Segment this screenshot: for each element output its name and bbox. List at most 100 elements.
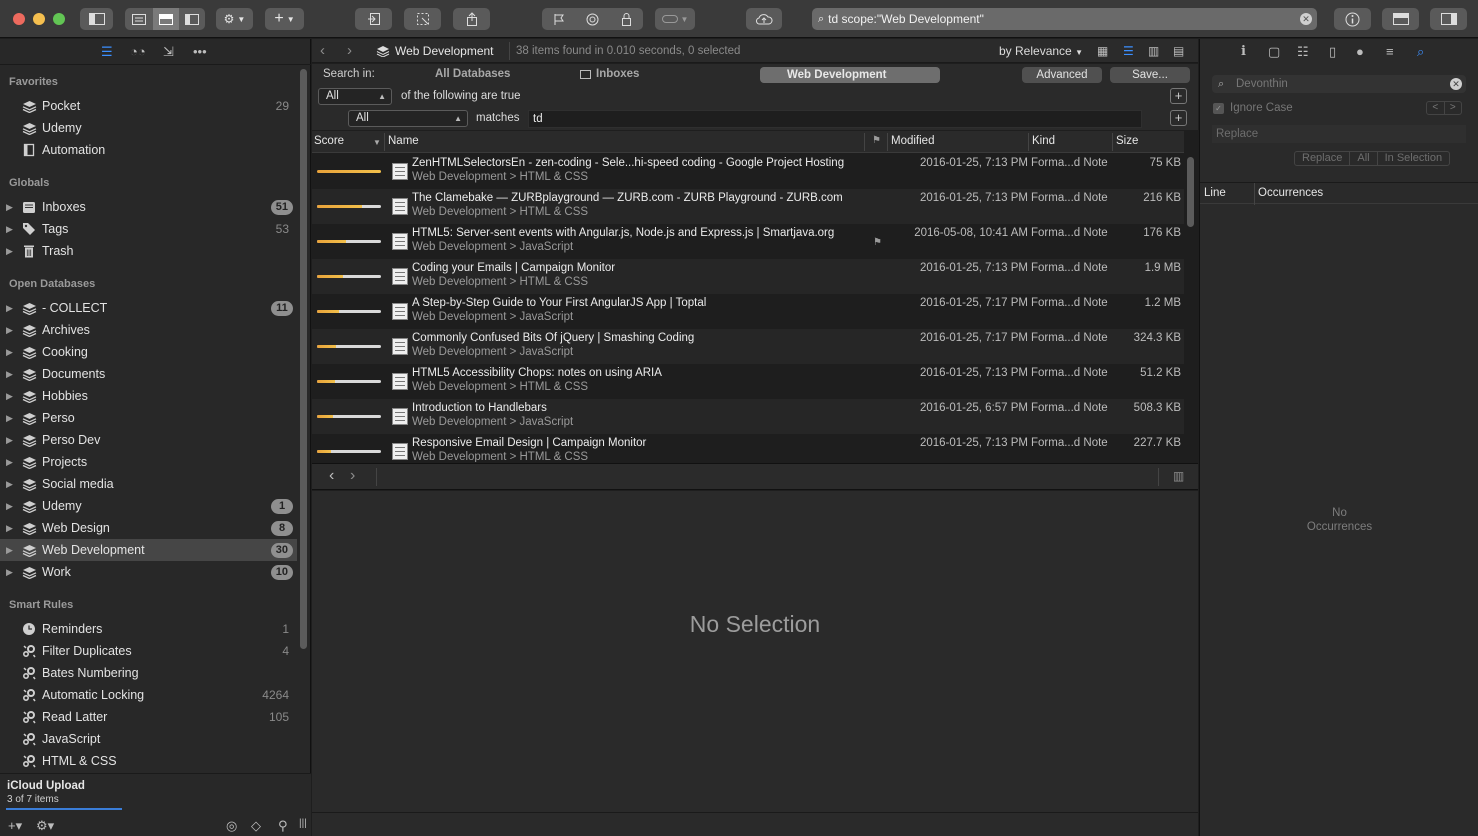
scope-all-databases[interactable]: All Databases [435, 68, 510, 80]
cover-flow-icon[interactable]: ▤ [1173, 44, 1184, 58]
gear-icon[interactable]: ⚙▾ [36, 818, 54, 834]
column-view-icon[interactable]: ▥ [1148, 44, 1159, 58]
find-next-icon[interactable]: > [1445, 102, 1462, 114]
disclosure-triangle-icon[interactable]: ▶ [6, 479, 13, 490]
table-row[interactable]: HTML5 Accessibility Chops: notes on usin… [312, 364, 1184, 399]
disclosure-triangle-icon[interactable]: ▶ [6, 545, 13, 556]
import-tray-icon[interactable]: ⇲ [163, 44, 174, 60]
column-kind[interactable]: Kind [1032, 135, 1055, 147]
activity-icon[interactable]: ◎ [226, 818, 237, 834]
disclosure-triangle-icon[interactable]: ▶ [6, 224, 13, 235]
sidebar-item-pocket[interactable]: Pocket 29 [0, 95, 297, 117]
save-search-button[interactable]: Save... [1110, 67, 1190, 83]
column-modified[interactable]: Modified [891, 135, 934, 147]
sidebar-item-trash[interactable]: ▶ Trash [0, 240, 297, 262]
results-scrollbar[interactable] [1187, 157, 1194, 227]
sidebar-item-html-css[interactable]: HTML & CSS [0, 750, 297, 772]
view-split-button[interactable] [153, 8, 179, 30]
column-line[interactable]: Line [1204, 187, 1226, 199]
capture-button[interactable] [404, 8, 441, 30]
find-previous-icon[interactable]: < [1427, 102, 1445, 114]
resize-handle-icon[interactable]: ||| [299, 818, 307, 829]
table-row[interactable]: Commonly Confused Bits Of jQuery | Smash… [312, 329, 1184, 364]
view-list-button[interactable] [125, 8, 153, 30]
find-input[interactable]: ⌕ Devonthin ✕ [1212, 75, 1466, 93]
disclosure-triangle-icon[interactable]: ▶ [6, 303, 13, 314]
concordance-icon[interactable]: ● [1356, 44, 1364, 59]
sidebar-item-hobbies[interactable]: ▶ Hobbies [0, 385, 297, 407]
match-mode-select[interactable]: All ▲▼ [318, 88, 392, 116]
sidebar-item-automatic-locking[interactable]: Automatic Locking 4264 [0, 684, 297, 706]
navigate-list-icon[interactable]: ☰ [101, 44, 113, 60]
sidebar-item-tags[interactable]: ▶ Tags 53 [0, 218, 297, 240]
tag-icon[interactable]: ◇ [251, 818, 261, 834]
sidebar-item-archives[interactable]: ▶ Archives [0, 319, 297, 341]
sidebar-item-cooking[interactable]: ▶ Cooking [0, 341, 297, 363]
replace-button[interactable]: Replace [1295, 152, 1351, 165]
criterion-value-input[interactable]: td [528, 110, 1142, 128]
disclosure-triangle-icon[interactable]: ▶ [6, 523, 13, 534]
toggle-inspector-button[interactable] [1430, 8, 1467, 30]
replace-in-selection-button[interactable]: In Selection [1378, 152, 1449, 165]
document-icon[interactable]: ▯ [1329, 44, 1336, 60]
table-row[interactable]: Responsive Email Design | Campaign Monit… [312, 434, 1184, 462]
sidebar-item-inboxes[interactable]: ▶ Inboxes 51 [0, 196, 297, 218]
sync-button[interactable] [746, 8, 782, 30]
list-view-icon[interactable]: ☰ [1123, 44, 1134, 58]
minimize-window-button[interactable] [33, 13, 45, 25]
outline-icon[interactable]: ☷ [1297, 44, 1309, 60]
column-score[interactable]: Score [314, 135, 344, 147]
table-row[interactable]: A Step-by-Step Guide to Your First Angul… [312, 294, 1184, 329]
info-icon[interactable]: i [1241, 44, 1246, 59]
toggle-sidebar-button[interactable] [80, 8, 113, 30]
field-select[interactable]: All ▲▼ [348, 110, 468, 138]
clear-find-icon[interactable]: ✕ [1450, 78, 1462, 90]
sidebar-item-work[interactable]: ▶ Work 10 [0, 561, 297, 583]
sidebar-item-filter-duplicates[interactable]: Filter Duplicates 4 [0, 640, 297, 662]
close-window-button[interactable] [13, 13, 25, 25]
reading-glasses-icon[interactable]: ◔◔ [130, 44, 146, 59]
add-criterion-button[interactable]: + [1170, 110, 1187, 126]
forward-arrow-icon[interactable]: › [347, 42, 352, 59]
sidebar-item-udemy[interactable]: ▶ Udemy 1 [0, 495, 297, 517]
add-criterion-button[interactable]: + [1170, 88, 1187, 104]
sidebar-item-social-media[interactable]: ▶ Social media [0, 473, 297, 495]
flag-icon[interactable]: ⚑ [873, 237, 882, 248]
sidebar-item-read-latter[interactable]: Read Latter 105 [0, 706, 297, 728]
disclosure-triangle-icon[interactable]: ▶ [6, 369, 13, 380]
action-menu-button[interactable]: ⚙ ▼ [216, 8, 253, 30]
disclosure-triangle-icon[interactable]: ▶ [6, 347, 13, 358]
pin-icon[interactable]: ⚲ [278, 818, 288, 834]
table-row[interactable]: Coding your Emails | Campaign Monitor Web… [312, 259, 1184, 294]
disclosure-triangle-icon[interactable]: ▶ [6, 435, 13, 446]
disclosure-triangle-icon[interactable]: ▶ [6, 567, 13, 578]
add-menu-button[interactable]: + ▼ [265, 8, 304, 30]
column-flag-icon[interactable]: ⚑ [872, 135, 881, 146]
back-arrow-icon[interactable]: ‹ [320, 42, 325, 59]
zoom-window-button[interactable] [53, 13, 65, 25]
mark-read-button[interactable] [576, 8, 609, 30]
sidebar-item-javascript[interactable]: JavaScript [0, 728, 297, 750]
scope-web-development[interactable]: Web Development [760, 67, 940, 83]
flag-button[interactable] [542, 8, 576, 30]
view-column-button[interactable] [179, 8, 205, 30]
sidebar-item-bates-numbering[interactable]: Bates Numbering [0, 662, 297, 684]
sidebar-item-automation[interactable]: Automation [0, 139, 297, 161]
sidebar-item-collect[interactable]: ▶ - COLLECT 11 [0, 297, 297, 319]
table-row[interactable]: ZenHTMLSelectorsEn - zen-coding - Sele..… [312, 154, 1184, 189]
disclosure-triangle-icon[interactable]: ▶ [6, 202, 13, 213]
sort-menu[interactable]: by Relevance ▼ [999, 44, 1083, 58]
sidebar-item-reminders[interactable]: Reminders 1 [0, 618, 297, 640]
sidebar-item-web-development[interactable]: ▶ Web Development 30 [0, 539, 297, 561]
column-name[interactable]: Name [388, 135, 419, 147]
sidebar-item-udemy[interactable]: Udemy [0, 117, 297, 139]
clear-search-icon[interactable]: ✕ [1300, 13, 1312, 25]
sidebar-item-projects[interactable]: ▶ Projects [0, 451, 297, 473]
disclosure-triangle-icon[interactable]: ▶ [6, 325, 13, 336]
previous-document-icon[interactable]: ‹ [329, 467, 334, 485]
replace-input[interactable]: Replace [1212, 125, 1466, 143]
add-menu-icon[interactable]: +▾ [8, 818, 22, 834]
info-button[interactable] [1334, 8, 1371, 30]
label-menu-button[interactable]: ▼ [655, 8, 695, 30]
table-row[interactable]: Introduction to Handlebars Web Developmen… [312, 399, 1184, 434]
